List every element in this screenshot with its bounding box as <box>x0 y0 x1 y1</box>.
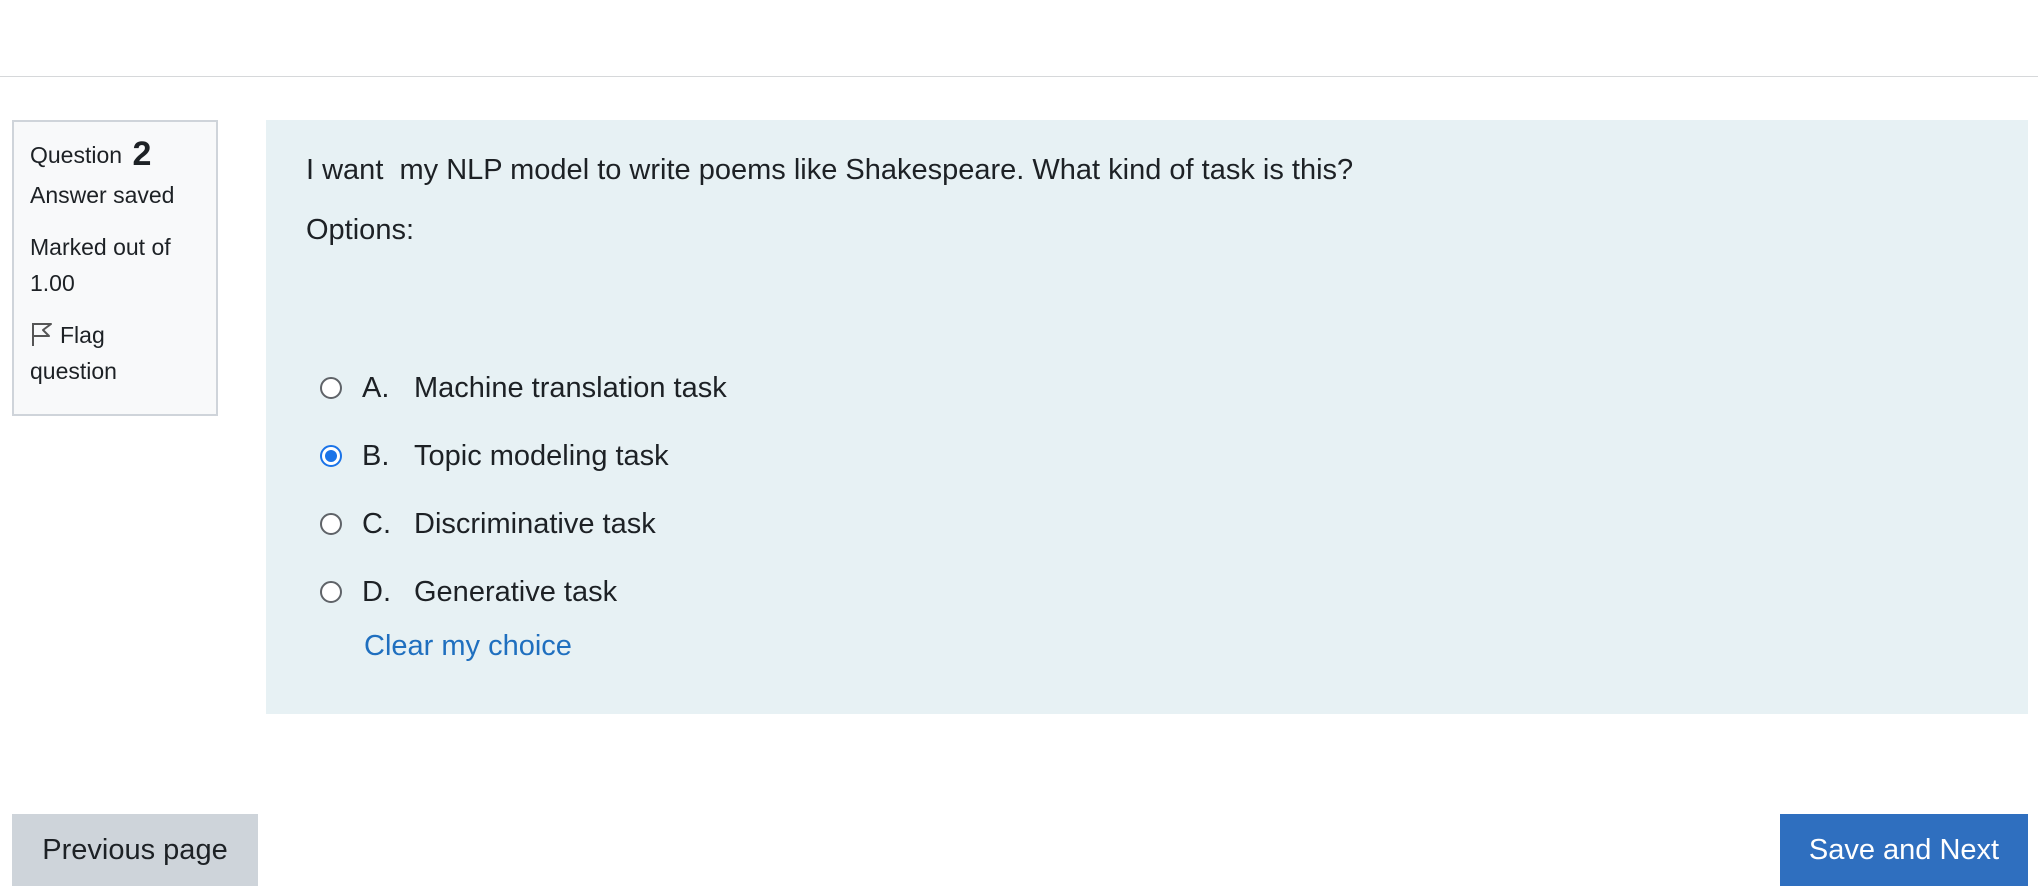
answer-label: Topic modeling task <box>414 439 669 472</box>
question-state: Answer saved <box>30 182 175 208</box>
answer-label: Machine translation task <box>414 371 727 404</box>
answer-option-d[interactable]: D. Generative task <box>320 558 727 626</box>
grade-line-2: 1.00 <box>30 270 75 296</box>
answer-letter: B. <box>362 439 390 472</box>
flag-question-toggle[interactable]: Flag question <box>30 317 200 389</box>
answer-label: Discriminative task <box>414 507 656 540</box>
answer-option-a[interactable]: A. Machine translation task <box>320 354 727 422</box>
clear-choice-link[interactable]: Clear my choice <box>364 630 572 663</box>
answer-option-b[interactable]: B. Topic modeling task <box>320 422 727 490</box>
flag-label-line-2: question <box>30 358 117 384</box>
previous-page-button[interactable]: Previous page <box>12 814 258 886</box>
question-number: 2 <box>132 135 152 173</box>
save-and-next-button[interactable]: Save and Next <box>1780 814 2028 886</box>
answer-list: A. Machine translation task B. Topic mod… <box>320 354 727 626</box>
question-grade: Marked out of 1.00 <box>30 229 200 301</box>
question-info-panel: Question 2 Answer saved Marked out of 1.… <box>12 120 218 416</box>
answer-letter: A. <box>362 371 390 404</box>
answer-letter: C. <box>362 507 391 540</box>
flag-outline-icon <box>30 321 54 347</box>
question-content: I want my NLP model to write poems like … <box>266 120 2028 714</box>
radio-button-d[interactable] <box>320 581 342 603</box>
radio-button-b[interactable] <box>320 445 342 467</box>
answer-label: Generative task <box>414 575 618 608</box>
question-word: Question <box>30 142 123 168</box>
question-number-row: Question 2 <box>30 136 200 173</box>
options-label: Options: <box>306 214 414 246</box>
answer-option-c[interactable]: C. Discriminative task <box>320 490 727 558</box>
grade-line-1: Marked out of <box>30 234 171 260</box>
answer-letter: D. <box>362 575 391 608</box>
radio-button-a[interactable] <box>320 377 342 399</box>
question-text: I want my NLP model to write poems like … <box>306 154 1354 186</box>
quiz-page: Question 2 Answer saved Marked out of 1.… <box>0 0 2038 894</box>
header-divider <box>0 76 2038 77</box>
radio-button-c[interactable] <box>320 513 342 535</box>
flag-label-line-1: Flag <box>60 322 105 348</box>
